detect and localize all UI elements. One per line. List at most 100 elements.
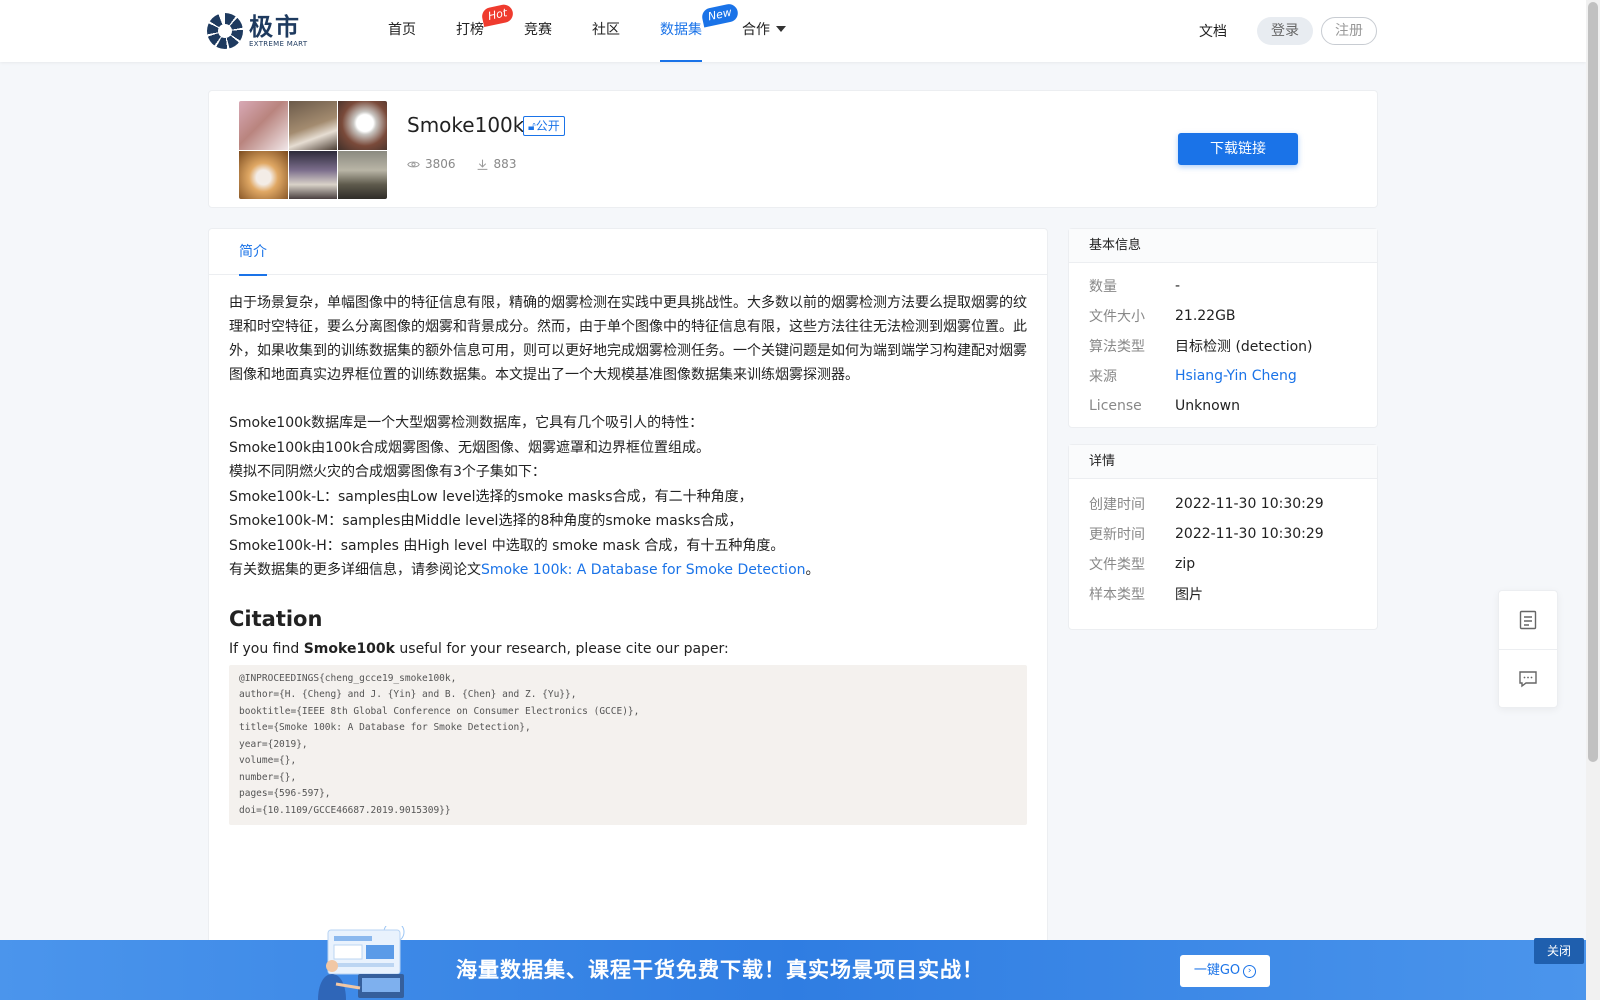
downloads-stat: 883 xyxy=(476,157,517,171)
nav-community[interactable]: 社区 xyxy=(592,0,620,62)
paper-reference-line: 有关数据集的更多详细信息，请参阅论文Smoke 100k: A Database… xyxy=(229,558,1027,583)
detail-key: 更新时间 xyxy=(1089,527,1145,543)
logo-text: 极市 EXTREME MART xyxy=(249,15,307,48)
logo-en: EXTREME MART xyxy=(249,39,308,48)
float-message-button[interactable] xyxy=(1499,649,1557,707)
paper-suffix: 。 xyxy=(805,562,820,578)
detail-row-sampletype: 样本类型 图片 xyxy=(1069,579,1377,609)
info-key: 来源 xyxy=(1089,369,1117,385)
citation-heading: Citation xyxy=(229,606,323,631)
arrow-circle-icon: › xyxy=(1243,964,1257,978)
thumbnail-image xyxy=(338,150,387,199)
source-link[interactable]: Hsiang-Yin Cheng xyxy=(1175,368,1297,384)
docs-link[interactable]: 文档 xyxy=(1199,21,1227,41)
code-line: volume={}, xyxy=(239,755,297,766)
nav-leaderboard[interactable]: 打榜 Hot xyxy=(456,0,515,62)
banner-go-label: 一键GO xyxy=(1193,963,1241,978)
basic-info-card: 基本信息 数量 - 文件大小 21.22GB 算法类型 目标检测 (detection… xyxy=(1068,228,1378,428)
info-value: - xyxy=(1175,278,1181,294)
feature-line: Smoke100k数据库是一个大型烟雾检测数据库，它具有几个吸引人的特性： xyxy=(229,415,704,431)
detail-key: 文件类型 xyxy=(1089,557,1145,573)
feature-line: Smoke100k由100k合成烟雾图像、无烟图像、烟雾遮罩和边界框位置组成。 xyxy=(229,439,710,456)
code-line: author={H. {Cheng} and J. {Yin} and B. {… xyxy=(239,689,577,700)
info-key: 算法类型 xyxy=(1089,339,1145,355)
citation-intro-before: If you find xyxy=(229,640,304,657)
nav-competition-label: 竞赛 xyxy=(524,22,552,38)
nav-cooperation[interactable]: 合作 xyxy=(742,0,786,62)
info-row-source: 来源 Hsiang-Yin Cheng xyxy=(1069,361,1377,391)
thumbnail-image xyxy=(338,101,387,150)
code-line: title={Smoke 100k: A Database for Smoke … xyxy=(239,722,531,733)
scrollbar-thumb[interactable] xyxy=(1588,2,1598,762)
banner-text: 海量数据集、课程干货免费下载！真实场景项目实战！ xyxy=(456,957,984,982)
intro-content: 由于场景复杂，单幅图像中的特征信息有限，精确的烟雾检测在实践中更具挑战性。大多数… xyxy=(209,275,1047,825)
promo-banner: 海量数据集、课程干货免费下载！真实场景项目实战！ 一键GO › 关闭 xyxy=(0,926,1586,1000)
info-value: 目标检测 (detection) xyxy=(1175,339,1313,355)
citation-code-block[interactable]: @INPROCEEDINGS{cheng_gcce19_smoke100k, a… xyxy=(229,664,1027,825)
nav-home[interactable]: 首页 xyxy=(388,0,416,62)
detail-value: 2022-11-30 10:30:29 xyxy=(1175,526,1324,542)
detail-row-created: 创建时间 2022-11-30 10:30:29 xyxy=(1069,489,1377,519)
info-key: 文件大小 xyxy=(1089,309,1145,325)
site-logo[interactable]: 极市 EXTREME MART xyxy=(207,13,307,49)
info-key: 数量 xyxy=(1089,279,1117,295)
detail-value: 2022-11-30 10:30:29 xyxy=(1175,496,1324,512)
download-icon xyxy=(477,159,487,170)
hot-badge: Hot xyxy=(480,2,515,28)
info-row-size: 文件大小 21.22GB xyxy=(1069,301,1377,331)
login-button[interactable]: 登录 xyxy=(1257,17,1313,45)
details-card: 详情 创建时间 2022-11-30 10:30:29 更新时间 2022-11-3… xyxy=(1068,444,1378,630)
feature-line: Smoke100k-H：samples 由High level 中选取的 smo… xyxy=(229,537,785,554)
header-actions: 文档 登录 注册 xyxy=(1199,17,1377,45)
logo-mark-icon xyxy=(207,13,243,49)
code-line: year={2019}, xyxy=(239,738,308,750)
nav-home-label: 首页 xyxy=(388,22,416,38)
info-key: License xyxy=(1089,398,1142,414)
dataset-stats: 3806 883 xyxy=(407,157,536,171)
float-doc-button[interactable] xyxy=(1499,591,1557,649)
nav-datasets-label: 数据集 xyxy=(660,22,702,38)
tab-intro[interactable]: 简介 xyxy=(239,229,267,276)
info-value: Unknown xyxy=(1175,398,1240,414)
banner-go-button[interactable]: 一键GO › xyxy=(1180,955,1270,987)
banner-illustration xyxy=(318,926,405,1000)
detail-value: 图片 xyxy=(1175,587,1203,603)
info-row-license: License Unknown xyxy=(1069,391,1377,421)
floating-toolbar xyxy=(1498,590,1558,708)
chevron-down-icon xyxy=(776,26,786,32)
nav-cooperation-label: 合作 xyxy=(742,22,770,38)
unlock-icon: 🔓︎ xyxy=(528,119,536,133)
main-nav: 首页 打榜 Hot 竞赛 社区 数据集 New 合作 xyxy=(388,0,826,62)
code-line: pages={596-597}, xyxy=(239,788,331,799)
views-stat: 3806 xyxy=(407,157,456,171)
logo-cn: 极市 xyxy=(249,12,301,41)
citation-intro-after: useful for your research, please cite ou… xyxy=(394,640,729,657)
info-row-count: 数量 - xyxy=(1069,271,1377,301)
nav-competition[interactable]: 竞赛 xyxy=(524,0,552,62)
nav-datasets[interactable]: 数据集 New xyxy=(660,0,740,62)
paper-link[interactable]: Smoke 100k: A Database for Smoke Detecti… xyxy=(481,562,806,578)
dataset-header-card: Smoke100k 🔓︎公开 3806 883 下载链接 xyxy=(208,90,1378,208)
detail-value: zip xyxy=(1175,556,1196,572)
downloads-count: 883 xyxy=(493,157,517,171)
content-tabs: 简介 xyxy=(209,229,1047,276)
thumbnail-image xyxy=(288,150,338,199)
visibility-label: 公开 xyxy=(535,119,560,133)
basic-info-title: 基本信息 xyxy=(1069,229,1377,263)
citation-intro: If you find Smoke100k useful for your re… xyxy=(229,641,1027,657)
new-badge: New xyxy=(700,2,740,28)
dataset-intro-card: 简介 由于场景复杂，单幅图像中的特征信息有限，精确的烟雾检测在实践中更具挑战性。… xyxy=(208,228,1048,968)
detail-row-filetype: 文件类型 zip xyxy=(1069,549,1377,579)
details-title: 详情 xyxy=(1069,445,1377,479)
info-value: 21.22GB xyxy=(1175,308,1236,324)
dataset-title: Smoke100k xyxy=(407,113,525,137)
page-scrollbar[interactable] xyxy=(1586,0,1600,1000)
download-link-button[interactable]: 下载链接 xyxy=(1178,133,1298,165)
intro-paragraph: 由于场景复杂，单幅图像中的特征信息有限，精确的烟雾检测在实践中更具挑战性。大多数… xyxy=(229,295,1027,383)
info-row-algorithm: 算法类型 目标检测 (detection) xyxy=(1069,331,1377,361)
banner-close-button[interactable]: 关闭 xyxy=(1534,938,1584,964)
thumbnail-image xyxy=(239,101,288,150)
code-line: number={}, xyxy=(239,771,297,783)
paper-prefix: 有关数据集的更多详细信息，请参阅论文 xyxy=(229,562,481,578)
register-button[interactable]: 注册 xyxy=(1321,17,1377,45)
